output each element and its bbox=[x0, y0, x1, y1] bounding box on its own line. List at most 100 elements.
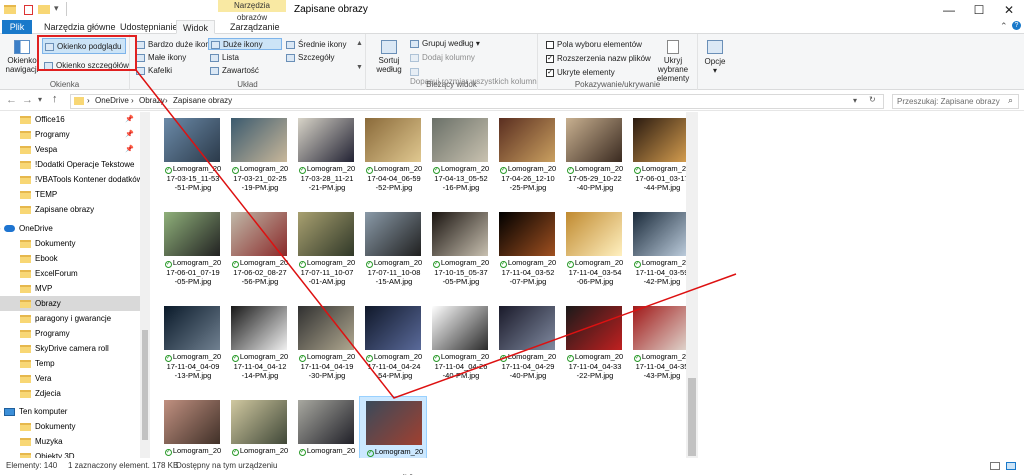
file-item[interactable]: ✓ Lomogram_20 17-11-04_03-59 -42-PM.jpg bbox=[627, 208, 695, 286]
layout-scroll-up-icon[interactable]: ▲ bbox=[356, 40, 363, 47]
expand-chevron-icon[interactable]: › bbox=[0, 221, 1, 236]
layout-details[interactable]: Szczegóły bbox=[286, 52, 334, 62]
file-item[interactable]: ✓ Lomogram_20 17-06-01_07-19 -05-PM.jpg bbox=[158, 208, 226, 286]
address-dropdown-icon[interactable]: ▾ bbox=[853, 96, 857, 105]
file-item[interactable]: ✓ Lomogram_20 17-06-01_03-17 -44-PM.jpg bbox=[627, 114, 695, 192]
file-item[interactable]: ✓ Lomogram_20 17-05-29_10-22 -40-PM.jpg bbox=[560, 114, 628, 192]
options-button[interactable]: Opcje ▾ bbox=[700, 38, 730, 75]
expand-chevron-icon[interactable]: › bbox=[0, 404, 1, 419]
file-item[interactable]: ✓ Lomogram_20 17-11-04_04-35 -43-PM.jpg bbox=[627, 302, 695, 380]
file-item[interactable]: ✓ Lomogram_20 17-11-04_04-29 -40-PM.jpg bbox=[493, 302, 561, 380]
file-item[interactable]: ✓ Lomogram_20 17-04-13_05-52 -16-PM.jpg bbox=[426, 114, 494, 192]
nav-item[interactable]: ExcelForum bbox=[0, 266, 140, 281]
back-arrow-icon[interactable]: ← bbox=[6, 94, 17, 106]
close-button[interactable]: ✕ bbox=[994, 0, 1024, 20]
file-item[interactable]: ✓ Lomogram_20 17-07-11_10-07 -01-AM.jpg bbox=[292, 208, 360, 286]
maximize-button[interactable]: ☐ bbox=[964, 0, 994, 20]
file-item[interactable]: ✓ Lomogram_20 17-07-11_10-08 -15-AM.jpg bbox=[359, 208, 427, 286]
layout-tiles[interactable]: Kafelki bbox=[136, 65, 172, 75]
nav-item[interactable]: Zdjecia bbox=[0, 386, 140, 401]
layout-list[interactable]: Lista bbox=[210, 52, 239, 62]
recent-dropdown-icon[interactable]: ▾ bbox=[38, 95, 42, 104]
pin-icon[interactable]: 📌 bbox=[125, 112, 134, 127]
nav-item[interactable]: Zapisane obrazy bbox=[0, 202, 140, 217]
item-checkboxes-toggle[interactable]: Pola wyboru elementów bbox=[546, 39, 642, 49]
layout-large-icons[interactable]: Duże ikony bbox=[208, 38, 282, 50]
nav-item[interactable]: Office16 📌 bbox=[0, 112, 140, 127]
file-item[interactable]: ✓ Lomogram_20 17-04-04_06-59 -52-PM.jpg bbox=[359, 114, 427, 192]
file-item[interactable]: ✓ Lomogram_20 17-11-04_04-24 -54-PM.jpg bbox=[359, 302, 427, 380]
nav-item[interactable]: Temp bbox=[0, 356, 140, 371]
nav-item[interactable]: Obiekty 3D bbox=[0, 449, 140, 458]
nav-item[interactable]: Dokumenty bbox=[0, 236, 140, 251]
nav-item[interactable]: Ten komputer › bbox=[0, 404, 140, 419]
nav-item[interactable]: Programy 📌 bbox=[0, 127, 140, 142]
nav-item[interactable]: OneDrive › bbox=[0, 221, 140, 236]
add-columns-button[interactable]: Dodaj kolumny bbox=[410, 52, 475, 62]
ribbon-collapse-icon[interactable]: ⌃ bbox=[1000, 21, 1008, 32]
quick-access-dropdown-icon[interactable]: ▾ bbox=[54, 3, 59, 14]
forward-arrow-icon[interactable]: → bbox=[22, 94, 33, 106]
layout-content[interactable]: Zawartość bbox=[210, 65, 259, 75]
help-icon[interactable]: ? bbox=[1012, 21, 1021, 30]
item-checkboxes-checkbox[interactable] bbox=[546, 40, 554, 49]
nav-item[interactable]: Vespa 📌 bbox=[0, 142, 140, 157]
details-view-icon[interactable] bbox=[990, 462, 1000, 470]
nav-item[interactable]: Obrazy bbox=[0, 296, 140, 311]
pin-icon[interactable]: 📌 bbox=[125, 127, 134, 142]
properties-quick-icon[interactable] bbox=[24, 5, 33, 15]
nav-item[interactable]: MVP bbox=[0, 281, 140, 296]
sort-by-button[interactable]: Sortuj według bbox=[372, 38, 406, 74]
layout-extra-large-icons[interactable]: Bardzo duże ikony bbox=[136, 39, 214, 49]
crumb-onedrive[interactable]: OneDrive bbox=[95, 96, 129, 105]
nav-pane-button[interactable]: Okienko nawigacji bbox=[4, 38, 40, 78]
hidden-items-checkbox[interactable]: ✓ bbox=[546, 68, 554, 77]
nav-item[interactable]: !Dodatki Operacje Tekstowe bbox=[0, 157, 140, 172]
crumb-zapisane[interactable]: Zapisane obrazy bbox=[173, 96, 232, 105]
file-item[interactable]: ✓ Lomogram_20 17-03-28_11-21 -21-PM.jpg bbox=[292, 114, 360, 192]
file-item[interactable]: ✓ Lomogram_20 17-11-04_03-52 -07-PM.jpg bbox=[493, 208, 561, 286]
minimize-button[interactable]: — bbox=[934, 0, 964, 20]
nav-item[interactable]: Programy bbox=[0, 326, 140, 341]
file-item[interactable]: ✓ Lomogram_20 17-11-04_04-33 -22-PM.jpg bbox=[560, 302, 628, 380]
file-item[interactable]: ✓ Lomogram_20 17-11-04_04-26 -40-PM.jpg bbox=[426, 302, 494, 380]
tab-manage[interactable]: Zarządzanie bbox=[224, 20, 286, 34]
hidden-items-toggle[interactable]: ✓ Ukryte elementy bbox=[546, 67, 615, 77]
file-item[interactable]: ✓ Lomogram_20 17-04-26_12-10 -25-PM.jpg bbox=[493, 114, 561, 192]
nav-item[interactable]: TEMP bbox=[0, 187, 140, 202]
nav-item[interactable]: Muzyka bbox=[0, 434, 140, 449]
nav-item[interactable]: paragony i gwarancje bbox=[0, 311, 140, 326]
tab-share[interactable]: Udostępnianie bbox=[114, 20, 184, 34]
file-item[interactable]: ✓ Lomogram_20 17-11-04_04-09 -13-PM.jpg bbox=[158, 302, 226, 380]
group-by-button[interactable]: Grupuj według ▾ bbox=[410, 38, 480, 48]
file-item[interactable]: ✓ Lomogram_20 17-03-21_02-25 -19-PM.jpg bbox=[225, 114, 293, 192]
pin-icon[interactable]: 📌 bbox=[125, 142, 134, 157]
preview-pane-button[interactable]: Okienko podglądu bbox=[42, 38, 126, 54]
nav-item[interactable]: Dokumenty bbox=[0, 419, 140, 434]
address-box[interactable]: › OneDrive › Obrazy › Zapisane obrazy ▾ … bbox=[70, 94, 884, 109]
layout-medium-icons[interactable]: Średnie ikony bbox=[286, 39, 346, 49]
tab-home[interactable]: Narzędzia główne bbox=[38, 20, 122, 34]
layout-expand-icon[interactable]: ▼ bbox=[356, 64, 363, 71]
tab-view[interactable]: Widok bbox=[176, 20, 216, 34]
new-folder-quick-icon[interactable] bbox=[38, 5, 50, 14]
file-extensions-toggle[interactable]: ✓ Rozszerzenia nazw plików bbox=[546, 53, 651, 63]
file-item[interactable]: ✓ Lomogram_20 17-11-04_04-12 -14-PM.jpg bbox=[225, 302, 293, 380]
file-item[interactable]: ✓ Lomogram_20 17-11-04_03-54 -06-PM.jpg bbox=[560, 208, 628, 286]
file-item[interactable]: ✓ Lomogram_20 17-10-15_05-37 -05-PM.jpg bbox=[426, 208, 494, 286]
search-input[interactable]: Przeszukaj: Zapisane obrazy bbox=[892, 94, 1019, 109]
tab-file[interactable]: Plik bbox=[2, 20, 32, 34]
nav-item[interactable]: SkyDrive camera roll bbox=[0, 341, 140, 356]
file-item[interactable]: ✓ Lomogram_20 17-11-04_04-19 -30-PM.jpg bbox=[292, 302, 360, 380]
nav-scrollbar-thumb[interactable] bbox=[142, 330, 148, 440]
details-pane-button[interactable]: Okienko szczegółów bbox=[42, 58, 129, 72]
nav-item[interactable]: !VBATools Kontener dodatków bbox=[0, 172, 140, 187]
up-arrow-icon[interactable]: ↑ bbox=[52, 93, 58, 105]
nav-item[interactable]: Ebook bbox=[0, 251, 140, 266]
file-item[interactable]: ✓ Lomogram_20 17-06-02_08-27 -56-PM.jpg bbox=[225, 208, 293, 286]
navigation-pane[interactable]: Office16 📌 Programy 📌 Vespa 📌 !Dodatki Operacj… bbox=[0, 112, 140, 458]
large-icons-view-icon[interactable] bbox=[1006, 462, 1016, 470]
refresh-icon[interactable]: ↻ bbox=[869, 95, 876, 104]
file-item[interactable]: ✓ Lomogram_20 17-03-15_11-53 -51-PM.jpg bbox=[158, 114, 226, 192]
hide-selected-button[interactable]: Ukryj wybrane elementy bbox=[650, 38, 696, 83]
